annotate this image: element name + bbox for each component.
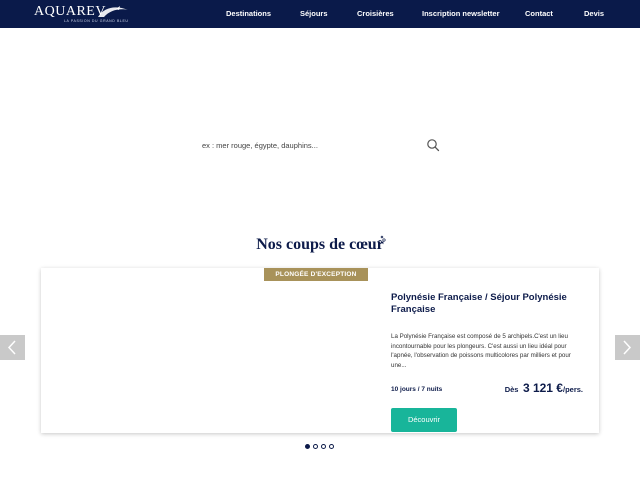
offer-price: Dès 3 121 €/pers. bbox=[501, 379, 583, 397]
nav-contact[interactable]: Contact bbox=[525, 9, 553, 18]
carousel-next-button[interactable] bbox=[615, 335, 640, 360]
offer-description: La Polynésie Française est composé de 5 … bbox=[391, 333, 571, 369]
chevron-left-icon bbox=[7, 340, 16, 355]
nav-devis[interactable]: Devis bbox=[584, 9, 604, 18]
search-icon[interactable] bbox=[426, 138, 440, 152]
dolphin-wave-icon bbox=[98, 6, 128, 17]
site-header: AQUAREV LA PASSION DU GRAND BLEU Destina… bbox=[0, 0, 640, 28]
nav-inscription-newsletter[interactable]: Inscription newsletter bbox=[422, 9, 500, 18]
offer-card: PLONGÉE D'EXCEPTION Polynésie Française … bbox=[41, 268, 599, 433]
chevron-right-icon bbox=[623, 340, 632, 355]
price-unit: /pers. bbox=[562, 385, 583, 394]
carousel-dot-1[interactable] bbox=[305, 444, 310, 449]
search-bar bbox=[196, 134, 444, 156]
price-from-label: Dès bbox=[504, 385, 519, 394]
brand-logo[interactable]: AQUAREV LA PASSION DU GRAND BLEU bbox=[34, 4, 134, 24]
search-input[interactable] bbox=[196, 134, 416, 156]
price-value: 3 121 € bbox=[522, 381, 563, 395]
carousel-prev-button[interactable] bbox=[0, 335, 25, 360]
offer-duration: 10 jours / 7 nuits bbox=[391, 386, 443, 393]
offer-badge: PLONGÉE D'EXCEPTION bbox=[264, 268, 368, 281]
bubbles-icon bbox=[378, 235, 386, 244]
nav-croisieres[interactable]: Croisières bbox=[357, 9, 394, 18]
carousel-dot-4[interactable] bbox=[329, 444, 334, 449]
offer-image[interactable] bbox=[41, 268, 377, 433]
carousel-dot-2[interactable] bbox=[313, 444, 318, 449]
brand-tagline: LA PASSION DU GRAND BLEU bbox=[64, 19, 129, 23]
section-title: Nos coups de cœur bbox=[256, 236, 384, 253]
nav-sejours[interactable]: Séjours bbox=[300, 9, 328, 18]
offer-title[interactable]: Polynésie Française / Séjour Polynésie F… bbox=[391, 292, 581, 316]
discover-button[interactable]: Découvrir bbox=[391, 408, 457, 432]
carousel-dot-3[interactable] bbox=[321, 444, 326, 449]
nav-destinations[interactable]: Destinations bbox=[226, 9, 271, 18]
